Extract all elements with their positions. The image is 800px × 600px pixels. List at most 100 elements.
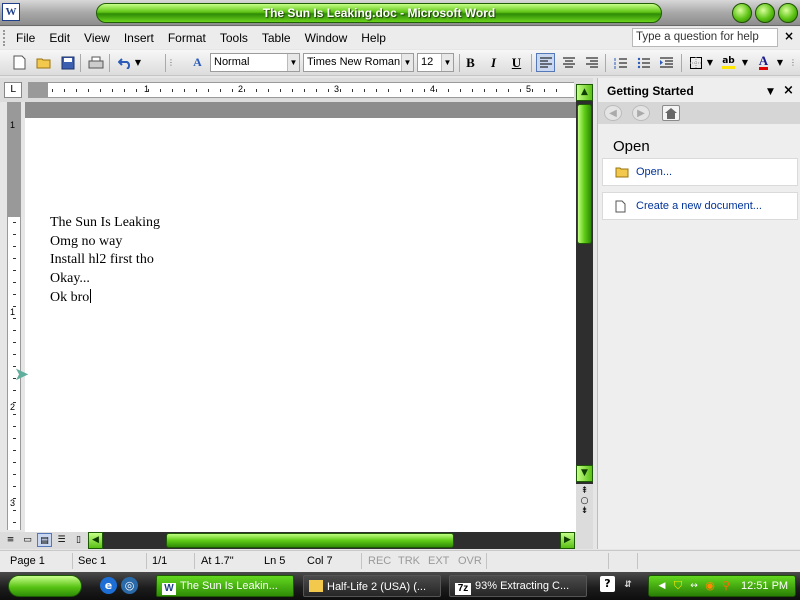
toolbar-separator xyxy=(605,54,606,72)
chevron-down-icon[interactable]: ▼ xyxy=(401,54,413,71)
clock[interactable]: 12:51 PM xyxy=(741,580,788,592)
font-color-icon[interactable]: A xyxy=(754,53,773,72)
normal-view-icon[interactable]: ≡ xyxy=(3,533,18,547)
minimize-button[interactable] xyxy=(732,3,752,23)
document-text[interactable]: The Sun Is Leaking Omg no way Install hl… xyxy=(50,214,160,308)
border-dropdown-icon[interactable]: ▼ xyxy=(705,53,715,72)
quick-launch-icon[interactable]: ◎ xyxy=(121,577,138,594)
style-select[interactable]: Normal ▼ xyxy=(210,53,300,72)
vertical-scroll-thumb[interactable] xyxy=(577,104,592,244)
menu-insert[interactable]: Insert xyxy=(117,31,161,45)
indent-icon[interactable] xyxy=(657,53,676,72)
open-document-link[interactable]: Open... xyxy=(602,158,798,186)
vertical-ruler[interactable]: 1 1 2 3 xyxy=(7,102,21,530)
font-color-dropdown-icon[interactable]: ▼ xyxy=(775,53,785,72)
maximize-button[interactable] xyxy=(755,3,775,23)
highlight-icon[interactable]: ab xyxy=(719,53,738,72)
italic-button[interactable]: I xyxy=(484,53,503,72)
reading-view-icon[interactable]: ▯ xyxy=(71,533,86,547)
toolbar-grip[interactable]: ⋮ xyxy=(166,53,176,72)
save-icon[interactable] xyxy=(58,53,77,72)
menu-tools[interactable]: Tools xyxy=(213,31,255,45)
print-icon[interactable] xyxy=(86,53,105,72)
tab-selector[interactable]: L xyxy=(4,82,22,98)
font-size-value: 12 xyxy=(421,56,434,68)
ruler-tick xyxy=(13,474,16,475)
browse-object-icon[interactable]: ○ xyxy=(576,496,593,506)
shield-icon[interactable]: ⛉ xyxy=(671,579,685,593)
taskbar-folder-button[interactable]: Half-Life 2 (USA) (... xyxy=(303,575,441,597)
font-select[interactable]: Times New Roman ▼ xyxy=(303,53,414,72)
underline-button[interactable]: U xyxy=(507,53,526,72)
web-view-icon[interactable]: ▭ xyxy=(20,533,35,547)
undo-dropdown-icon[interactable]: ▼ xyxy=(133,53,143,72)
document-page[interactable] xyxy=(25,118,576,532)
scroll-up-button[interactable]: ▲ xyxy=(576,84,593,101)
horizontal-scrollbar[interactable]: ◀ ▶ xyxy=(88,532,575,549)
back-icon[interactable]: ◀ xyxy=(604,105,622,121)
align-left-button[interactable] xyxy=(536,53,555,72)
status-ovr[interactable]: OVR xyxy=(458,555,482,567)
open-folder-icon[interactable] xyxy=(34,53,53,72)
volume-icon[interactable]: ◉ xyxy=(703,579,717,593)
tray-expand-icon[interactable]: ◀ xyxy=(655,579,669,593)
help-search-input[interactable]: Type a question for help xyxy=(632,28,778,47)
new-doc-icon[interactable] xyxy=(10,53,29,72)
align-right-button[interactable] xyxy=(582,53,601,72)
status-ext[interactable]: EXT xyxy=(428,555,449,567)
next-page-icon[interactable]: ⇟ xyxy=(576,506,593,516)
outline-view-icon[interactable]: ☰ xyxy=(54,533,69,547)
menu-table[interactable]: Table xyxy=(255,31,298,45)
border-icon[interactable] xyxy=(686,53,705,72)
styles-icon[interactable]: A xyxy=(188,53,207,72)
font-size-select[interactable]: 12 ▼ xyxy=(417,53,454,72)
horizontal-scroll-thumb[interactable] xyxy=(166,533,454,548)
taskbar-word-button[interactable]: W The Sun Is Leakin... xyxy=(156,575,294,597)
toolbar-options-icon[interactable]: ⋮ xyxy=(788,53,798,72)
task-pane-close-icon[interactable]: × xyxy=(783,83,794,98)
menu-format[interactable]: Format xyxy=(161,31,213,45)
ruler-tick xyxy=(556,89,557,92)
task-pane-dropdown-icon[interactable]: ▼ xyxy=(767,87,774,97)
numbering-icon[interactable] xyxy=(611,53,630,72)
menu-file[interactable]: File xyxy=(9,31,42,45)
scroll-left-button[interactable]: ◀ xyxy=(88,532,103,549)
scroll-right-button[interactable]: ▶ xyxy=(560,532,575,549)
close-button[interactable] xyxy=(778,3,798,23)
network-icon[interactable]: ↔ xyxy=(687,579,701,593)
home-icon[interactable] xyxy=(662,105,680,121)
forward-icon[interactable]: ▶ xyxy=(632,105,650,121)
help-icon[interactable]: ? xyxy=(600,576,615,592)
ruler-tick xyxy=(76,89,77,92)
menu-window[interactable]: Window xyxy=(298,31,355,45)
menu-edit[interactable]: Edit xyxy=(42,31,77,45)
folder-icon xyxy=(309,580,323,592)
word-app-icon[interactable]: W xyxy=(2,3,20,21)
undo-icon[interactable] xyxy=(115,53,134,72)
status-trk[interactable]: TRK xyxy=(398,555,420,567)
menu-help[interactable]: Help xyxy=(354,31,393,45)
chevron-down-icon[interactable]: ▼ xyxy=(287,54,299,71)
taskbar-7zip-button[interactable]: 7z 93% Extracting C... xyxy=(449,575,587,597)
ruler-tick xyxy=(148,89,149,92)
vertical-scrollbar[interactable]: ▲ ▼ ⇞ ○ ⇟ xyxy=(576,84,593,532)
scroll-down-button[interactable]: ▼ xyxy=(576,465,593,482)
ie-icon[interactable]: e xyxy=(100,577,117,594)
highlight-dropdown-icon[interactable]: ▼ xyxy=(740,53,750,72)
print-view-icon[interactable]: ▤ xyxy=(37,533,52,547)
bullets-icon[interactable] xyxy=(634,53,653,72)
start-button[interactable] xyxy=(8,575,82,597)
search-icon[interactable]: ⚲ xyxy=(719,579,733,593)
status-rec[interactable]: REC xyxy=(368,555,391,567)
previous-page-icon[interactable]: ⇞ xyxy=(576,486,593,496)
taskbar-arrows-icon[interactable]: ⇵ xyxy=(623,577,633,594)
create-document-link[interactable]: Create a new document... xyxy=(602,192,798,220)
align-center-button[interactable] xyxy=(559,53,578,72)
ruler-number: 4 xyxy=(430,84,436,94)
open-document-label: Open... xyxy=(636,166,673,178)
bold-button[interactable]: B xyxy=(461,53,480,72)
chevron-down-icon[interactable]: ▼ xyxy=(441,54,453,71)
horizontal-ruler[interactable]: 1 2 3 4 5 xyxy=(28,82,574,98)
menu-view[interactable]: View xyxy=(77,31,117,45)
close-document-icon[interactable]: × xyxy=(784,29,794,43)
